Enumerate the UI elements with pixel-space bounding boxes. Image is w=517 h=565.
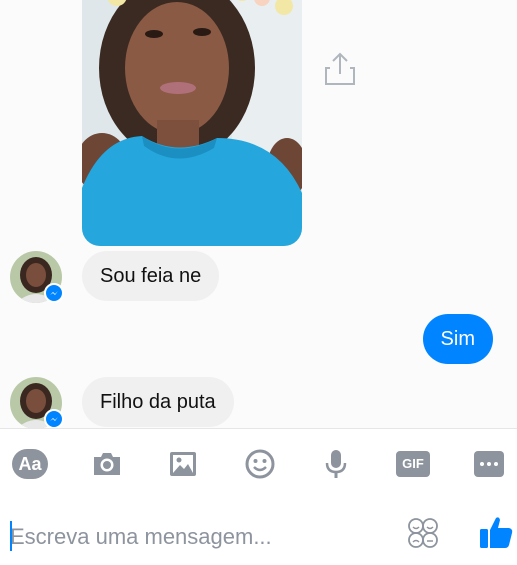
composer-toolbar: Aa GIF bbox=[0, 428, 517, 501]
camera-button[interactable] bbox=[89, 446, 125, 482]
gallery-button[interactable] bbox=[165, 446, 201, 482]
more-button[interactable] bbox=[471, 446, 507, 482]
text-style-label: Aa bbox=[12, 449, 48, 479]
gif-label: GIF bbox=[396, 451, 430, 477]
camera-icon bbox=[94, 453, 120, 475]
like-icon[interactable] bbox=[478, 514, 514, 550]
messenger-badge-icon bbox=[44, 409, 64, 428]
message-bubble-incoming[interactable]: Filho da puta bbox=[82, 377, 234, 427]
stickers-icon[interactable] bbox=[406, 516, 440, 550]
shared-photo[interactable] bbox=[82, 0, 302, 246]
message-bubble-incoming[interactable]: Sou feia ne bbox=[82, 251, 220, 301]
contact-avatar[interactable] bbox=[10, 377, 64, 428]
share-icon[interactable] bbox=[322, 48, 358, 88]
message-bubble-outgoing[interactable]: Sim bbox=[422, 314, 493, 364]
contact-avatar[interactable] bbox=[10, 251, 64, 303]
more-icon bbox=[474, 451, 504, 477]
text-style-button[interactable]: Aa bbox=[12, 446, 48, 482]
messenger-badge-icon bbox=[44, 283, 64, 303]
conversation-thread: Sou feia ne Sim Filho da puta bbox=[0, 0, 517, 428]
gallery-icon bbox=[170, 452, 196, 476]
microphone-icon bbox=[325, 450, 347, 478]
text-caret bbox=[10, 521, 12, 551]
gif-button[interactable]: GIF bbox=[395, 446, 431, 482]
emoji-icon bbox=[245, 449, 275, 479]
microphone-button[interactable] bbox=[318, 446, 354, 482]
emoji-button[interactable] bbox=[242, 446, 278, 482]
message-input[interactable] bbox=[10, 520, 390, 554]
person-photo bbox=[82, 0, 302, 246]
